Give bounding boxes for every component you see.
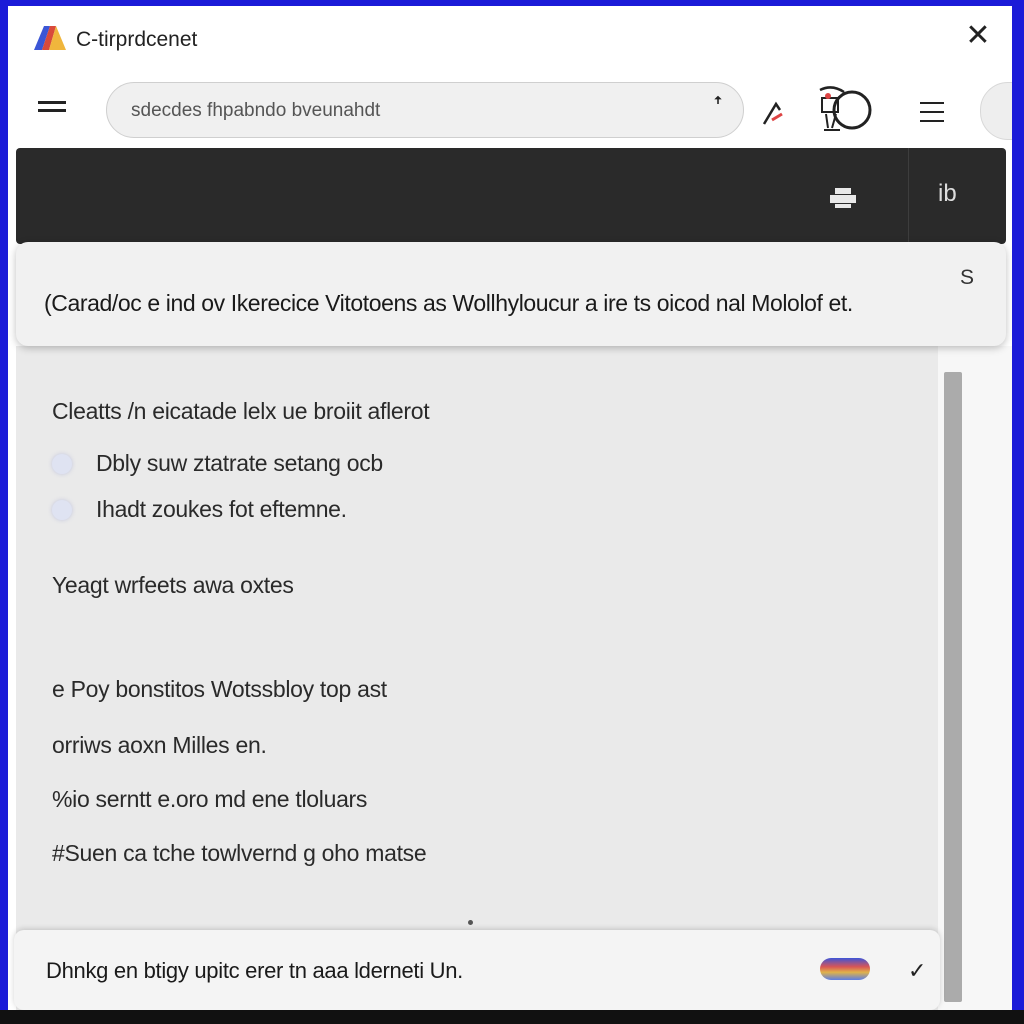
bottom-edge (0, 1010, 1024, 1024)
panel-heading: Cleatts /n eicatade lelx ue broiit afler… (52, 398, 430, 424)
dark-action-bar: ib (16, 148, 1006, 244)
search-caret-icon[interactable]: ꜛ (713, 97, 723, 120)
search-input[interactable] (129, 97, 693, 125)
account-icon[interactable] (808, 84, 878, 140)
option-label-2[interactable]: Ihadt zoukes fot eftemne. (96, 496, 347, 523)
status-indicator-icon[interactable] (820, 958, 870, 980)
title-bar: C-tirprdcenet ✕ (8, 6, 1012, 74)
page-dot (468, 920, 473, 925)
notice-text: (Carad/oc e ind ov Ikerecice Vitotoens a… (44, 290, 853, 316)
bottom-status-text: Dhnkg en btigy upitc erer tn aaa ldernet… (46, 958, 463, 983)
panel-line-4: %io serntt e.oro md ene tloluars (52, 786, 368, 812)
option-label-1[interactable]: Dbly suw ztatrate setang ocb (96, 450, 383, 477)
option-radio-1[interactable] (52, 454, 72, 474)
scrollbar[interactable] (944, 372, 962, 1002)
window-title: C-tirprdcenet (76, 28, 198, 51)
hamburger-menu-icon[interactable] (38, 101, 66, 121)
panel-line-2: e Poy bonstitos Wotssbloy top ast (52, 676, 387, 702)
content-panel: Cleatts /n eicatade lelx ue broiit afler… (16, 346, 938, 1010)
profile-initials-button[interactable]: ib (938, 180, 957, 208)
app-logo-icon (34, 26, 66, 50)
avatar[interactable] (980, 82, 1012, 140)
bottom-status-bar: Dhnkg en btigy upitc erer tn aaa ldernet… (14, 930, 940, 1010)
toolbar: ꜛ (8, 74, 1012, 148)
check-icon[interactable]: ✓ (908, 958, 926, 984)
option-radio-2[interactable] (52, 500, 72, 520)
search-bar[interactable]: ꜛ (106, 82, 744, 138)
more-menu-icon[interactable] (920, 102, 944, 122)
panel-line-1: Yeagt wrfeets awa oxtes (52, 572, 294, 598)
panel-line-3: orriws aoxn Milles en. (52, 732, 267, 758)
close-icon[interactable]: ✕ (962, 20, 994, 52)
notice-banner: (Carad/oc e ind ov Ikerecice Vitotoens a… (16, 242, 1006, 346)
notice-badge[interactable]: S (960, 266, 974, 290)
app-window: C-tirprdcenet ✕ ꜛ (8, 6, 1012, 1010)
print-icon[interactable] (828, 186, 858, 210)
divider (908, 148, 909, 244)
panel-line-5: #Suen ca tche towlvernd g oho matse (52, 840, 427, 866)
pen-icon[interactable] (760, 94, 800, 130)
